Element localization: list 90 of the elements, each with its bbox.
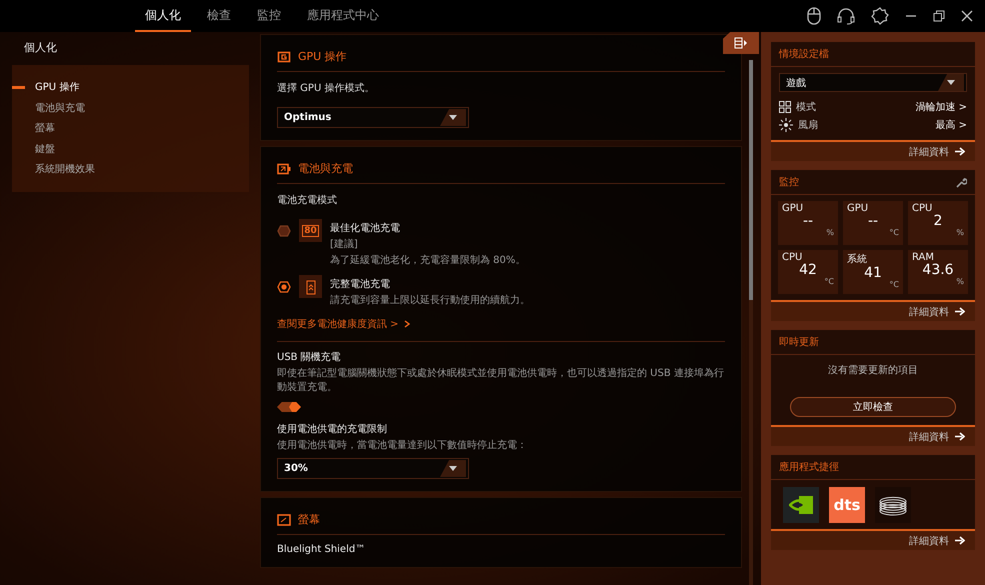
close-icon[interactable]	[961, 10, 973, 22]
nav-tab[interactable]: 檢查	[197, 0, 241, 32]
card-title: 即時更新	[779, 336, 819, 349]
tile-value: --	[802, 214, 814, 228]
restore-icon[interactable]	[933, 10, 945, 22]
option-title: 完整電池充電	[330, 278, 391, 291]
scrollbar-thumb[interactable]	[749, 60, 753, 300]
sidebar-item[interactable]: 鍵盤	[35, 142, 55, 156]
battery-80-icon: 80	[299, 219, 322, 242]
battery-icon	[277, 162, 291, 174]
coil-app-icon[interactable]	[875, 487, 911, 523]
details-link[interactable]: 詳細資料	[909, 534, 949, 548]
caret-icon	[947, 80, 955, 85]
gpu-mode-prompt: 選擇 GPU 操作模式。	[277, 82, 374, 95]
card-title: 情境設定檔	[779, 48, 829, 61]
arrow-right-icon	[955, 307, 965, 316]
tile-unit: °C	[823, 277, 834, 286]
tile-value: 42	[798, 263, 818, 277]
sidebar-item[interactable]: 電池與充電	[35, 100, 85, 115]
radio-button[interactable]	[277, 281, 291, 293]
nav-tab[interactable]: 個人化	[135, 0, 191, 32]
tile-value: 2	[932, 214, 944, 228]
wrench-icon[interactable]	[956, 176, 967, 188]
headset-icon[interactable]	[837, 7, 855, 25]
no-updates-message: 沒有需要更新的項目	[828, 364, 918, 377]
nav-tab[interactable]: 監控	[247, 0, 291, 32]
gpu-mode-dropdown[interactable]: Optimus	[277, 107, 469, 128]
setting-value-link[interactable]: 渦輪加速 >	[915, 100, 967, 114]
details-link[interactable]: 詳細資料	[909, 304, 949, 318]
details-link[interactable]: 詳細資料	[909, 430, 949, 444]
radio-button[interactable]	[277, 225, 291, 237]
tile-unit: %	[955, 277, 964, 286]
toggle-switch[interactable]	[277, 402, 301, 412]
nav-tab[interactable]: 應用程式中心	[297, 0, 389, 32]
selection-marker	[12, 86, 25, 89]
tile-label: 系統	[847, 252, 868, 266]
tile-label: RAM	[912, 252, 936, 263]
grid-icon	[779, 101, 791, 113]
caret-icon	[449, 466, 457, 471]
display-icon	[277, 514, 291, 526]
sidebar-item[interactable]: GPU 操作	[35, 80, 80, 94]
tile-label: GPU	[782, 203, 804, 214]
gpu-chip-icon	[277, 50, 291, 62]
fan-icon	[779, 118, 793, 132]
tile-label: CPU	[912, 203, 934, 214]
tile-value: 43.6	[921, 263, 955, 277]
setting-title: Bluelight Shield™	[277, 544, 366, 555]
mouse-icon[interactable]	[807, 7, 821, 25]
option-note: [建議]	[330, 238, 359, 251]
usb-charging-description: 即使在筆記型電腦關機狀態下或處於休眠模式並使用電池供電時，也可以透過指定的 USB 連接埠為行動裝置充電。	[277, 366, 725, 394]
arrow-right-icon	[955, 432, 965, 441]
usb-charging-title: USB 關機充電	[277, 350, 341, 364]
chevron-icon	[404, 320, 410, 328]
sidebar-item[interactable]: 螢幕	[35, 121, 55, 136]
caret-icon	[449, 115, 457, 120]
battery-health-link[interactable]: 查閱更多電池健康度資訊 >	[277, 317, 399, 331]
charge-limit-dropdown[interactable]: 30%	[277, 458, 469, 479]
tile-unit: %	[825, 228, 834, 237]
settings-icon[interactable]	[871, 7, 889, 25]
tile-label: GPU	[847, 203, 870, 214]
arrow-right-icon	[955, 147, 965, 156]
card-title: 應用程式捷徑	[779, 460, 839, 474]
charge-limit-description: 使用電池供電時，當電池電量達到以下數值時停止充電：	[277, 438, 527, 452]
charge-limit-title: 使用電池供電的充電限制	[277, 422, 387, 436]
section-title: 電池與充電	[298, 161, 353, 176]
tile-unit: °C	[888, 228, 899, 237]
details-link[interactable]: 詳細資料	[909, 144, 949, 158]
tile-unit: °C	[888, 280, 899, 289]
panel-toggle-button[interactable]	[723, 32, 759, 54]
option-description: 請充電到容量上限以延長行動使用的續航力。	[330, 294, 530, 307]
setting-value-link[interactable]: 最高 >	[935, 118, 967, 132]
charge-mode-label: 電池充電模式	[277, 194, 337, 207]
page-title: 個人化	[23, 40, 58, 56]
setting-label: 風扇	[798, 118, 818, 132]
battery-full-icon	[299, 275, 322, 298]
tile-value: 41	[863, 266, 883, 280]
section-title: GPU 操作	[298, 49, 347, 64]
sidebar-item[interactable]: 系統開機效果	[35, 162, 95, 176]
section-title: 螢幕	[298, 512, 320, 527]
option-title: 最佳化電池充電	[330, 222, 401, 235]
profile-dropdown[interactable]: 遊戲	[779, 73, 967, 92]
tile-value: --	[866, 214, 880, 228]
option-description: 為了延緩電池老化，充電容量限制為 80%。	[330, 254, 526, 267]
tile-unit: %	[955, 228, 964, 237]
check-now-button[interactable]: 立即檢查	[790, 397, 956, 417]
tile-label: CPU	[782, 252, 804, 263]
arrow-right-icon	[955, 536, 965, 545]
panel-list-icon	[734, 37, 748, 49]
card-title: 監控	[779, 176, 799, 189]
setting-label: 模式	[796, 100, 816, 114]
